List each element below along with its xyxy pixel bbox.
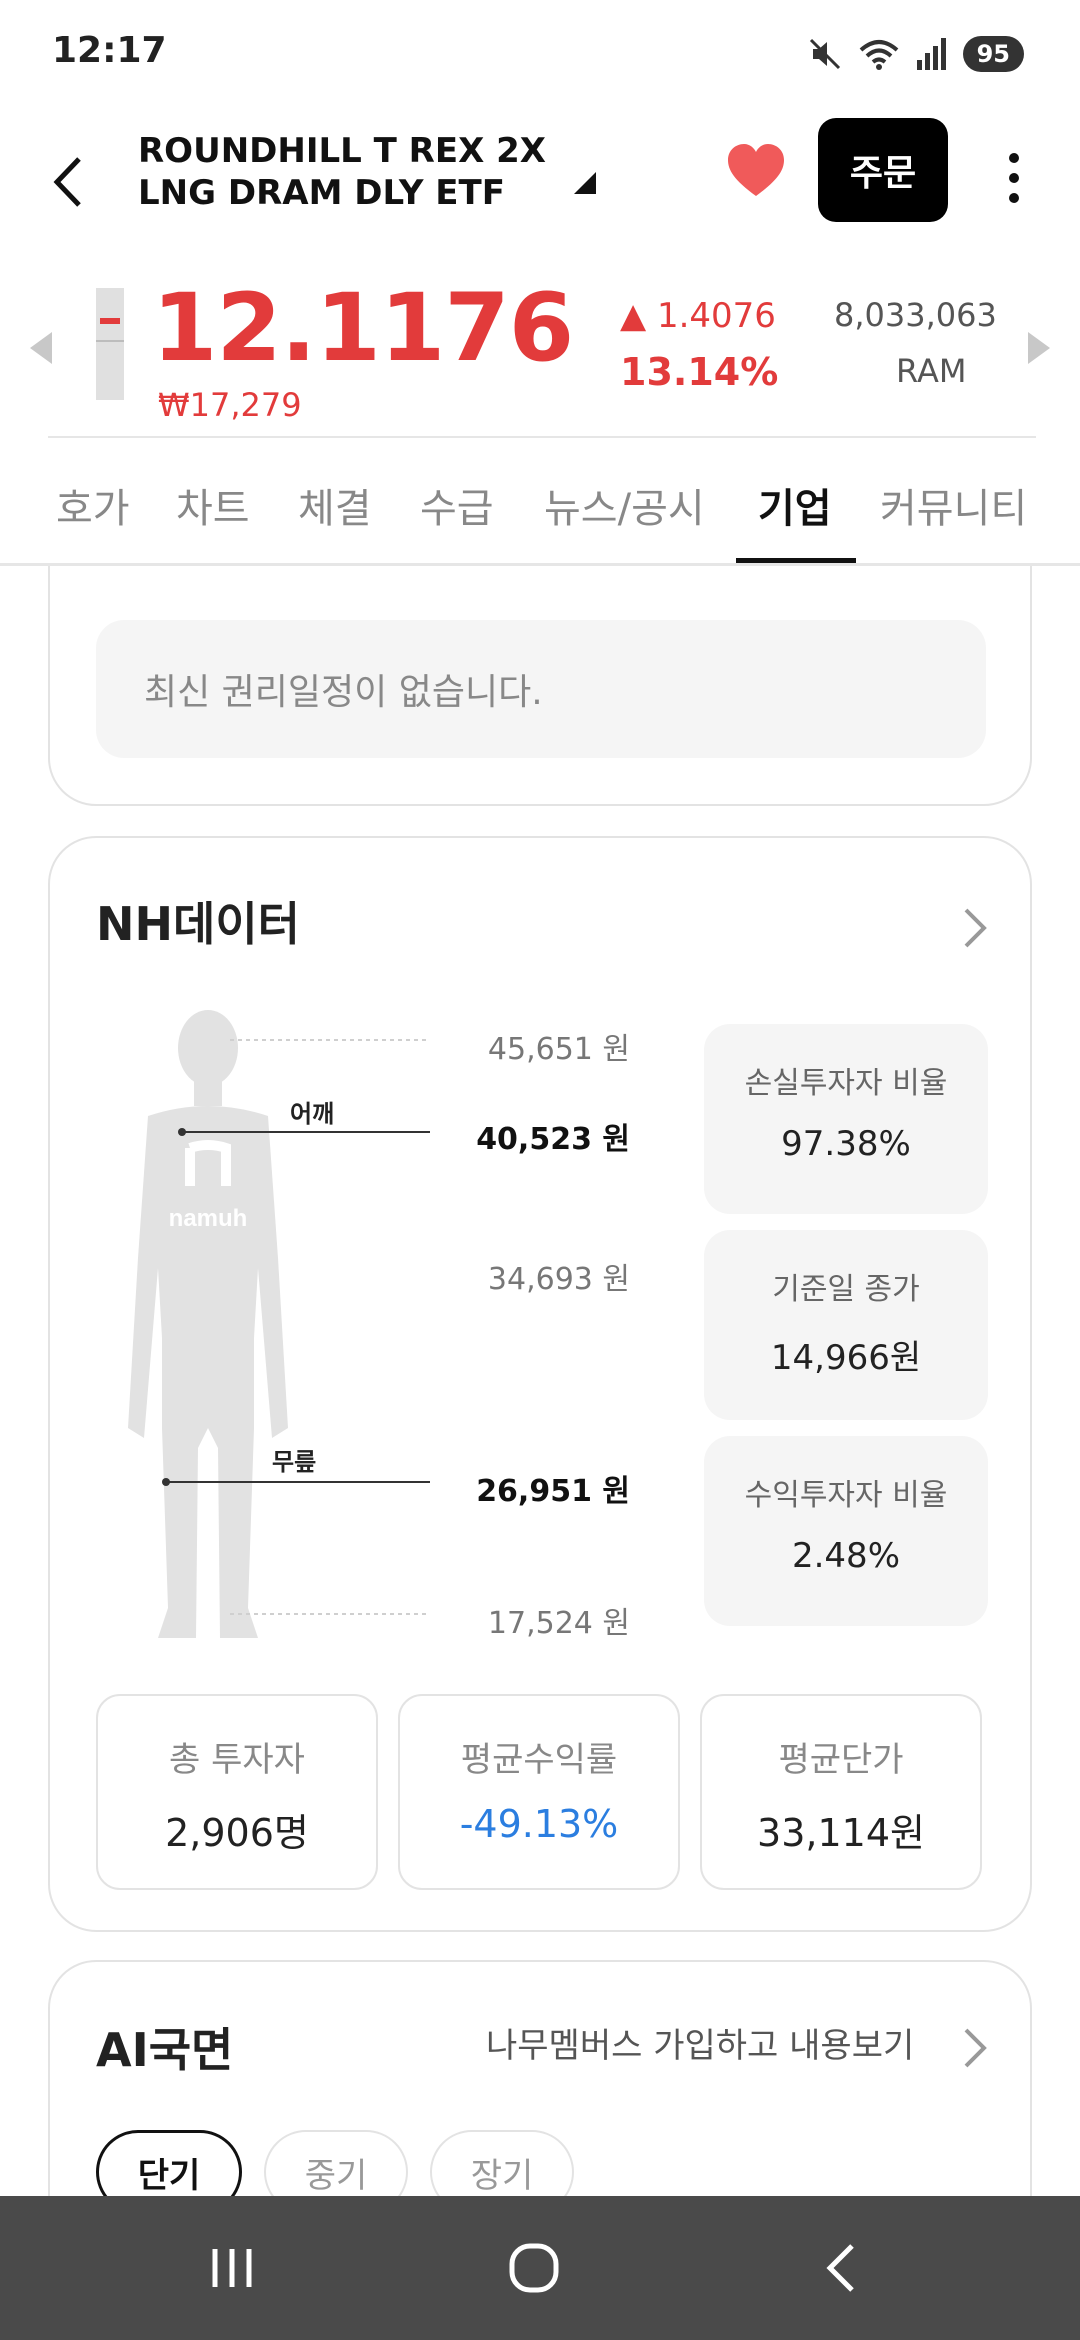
summary-value: 2,906명 [165,1811,309,1855]
wifi-icon [859,40,898,70]
recent-apps-icon [212,2249,252,2287]
summary-avg-return: 평균수익률 -49.13% [398,1694,680,1890]
dot-icon [1009,153,1019,163]
level-bottom: 17,524 원 [487,1606,630,1641]
tab-news[interactable]: 뉴스/공시 [544,476,705,534]
summary-label: 평균단가 [778,1740,904,1780]
back-arrow-icon [826,2244,854,2292]
section-tabs: 호가 차트 체결 수급 뉴스/공시 기업 커뮤니티 [0,440,1080,566]
dot-icon [1009,193,1019,203]
quote-summary: 12.1176 ₩17,279 ▲ 1.4076 13.14% 8,033,06… [0,270,1080,438]
back-button[interactable] [40,142,96,222]
status-bar: 12:17 95 [0,0,1080,110]
chevron-right-icon[interactable] [954,898,994,958]
nh-data-card: NH데이터 namuh 어깨 무릎 45,651 원 40,523 원 34,6… [48,836,1032,1932]
caret-down-icon[interactable] [574,172,596,194]
stat-profit-ratio: 수익투자자 비율 2.48% [704,1436,988,1626]
ai-phase-title: AI국면 [96,2023,234,2077]
price-change: ▲ 1.4076 [620,296,776,336]
level-top: 45,651 원 [487,1032,630,1067]
volume-unit: RAM [896,352,967,390]
home-icon [509,2243,559,2293]
level-mid: 34,693 원 [487,1262,630,1297]
price-change-pct: 13.14% [620,350,779,394]
app-header: ROUNDHILL T REX 2X LNG DRAM DLY ETF 주문 [0,110,1080,260]
tab-community[interactable]: 커뮤니티 [880,476,1027,534]
mute-icon [809,38,840,70]
price-krw: ₩17,279 [158,386,302,424]
status-time: 12:17 [52,30,167,71]
tab-trades[interactable]: 체결 [298,476,372,534]
system-back-button[interactable] [800,2236,880,2300]
rights-card: 최신 권리일정이 없습니다. [48,566,1032,806]
battery-badge: 95 [962,36,1024,72]
recent-apps-button[interactable] [192,2236,272,2300]
stat-label: 수익투자자 비율 [744,1478,948,1513]
summary-total-investors: 총 투자자 2,906명 [96,1694,378,1890]
knee-tag: 무릎 [272,1448,317,1476]
summary-value: -49.13% [459,1802,619,1846]
stat-base-close: 기준일 종가 14,966원 [704,1230,988,1420]
stat-label: 기준일 종가 [772,1272,920,1307]
stock-title[interactable]: ROUNDHILL T REX 2X LNG DRAM DLY ETF [138,130,558,214]
active-tab-indicator [736,558,856,563]
level-knee: 26,951 원 [476,1474,630,1509]
favorite-button[interactable] [724,140,788,204]
home-button[interactable] [494,2236,574,2300]
next-stock-arrow[interactable] [1028,332,1050,364]
tab-hoga[interactable]: 호가 [56,476,130,534]
chevron-left-icon [53,157,81,207]
stat-value: 97.38% [781,1124,911,1164]
tab-supply[interactable]: 수급 [420,476,494,534]
level-shoulder: 40,523 원 [476,1122,630,1157]
chevron-right-icon[interactable] [954,2018,994,2078]
summary-label: 평균수익률 [460,1740,618,1780]
system-nav-bar [0,2196,1080,2340]
heart-icon [728,144,784,196]
prev-stock-arrow[interactable] [30,332,52,364]
tab-chart[interactable]: 차트 [176,476,250,534]
membership-link[interactable]: 나무멤버스 가입하고 내용보기 [486,2018,914,2067]
more-menu-button[interactable] [990,138,1038,218]
rights-empty-message: 최신 권리일정이 없습니다. [96,620,986,758]
tab-company[interactable]: 기업 [758,476,832,534]
stat-value: 2.48% [791,1536,900,1576]
shoulder-tag: 어깨 [290,1100,335,1128]
stat-value: 14,966원 [770,1338,922,1378]
current-price: 12.1176 [152,274,574,383]
level-lines [162,1039,430,1615]
mini-candle-chart [96,288,124,400]
dot-icon [1009,173,1019,183]
stat-label: 손실투자자 비율 [744,1066,948,1101]
summary-value: 33,114원 [757,1811,925,1855]
volume: 8,033,063 [834,296,997,334]
summary-label: 총 투자자 [169,1740,305,1780]
signal-icon [916,38,946,70]
summary-avg-price: 평균단가 33,114원 [700,1694,982,1890]
order-button[interactable]: 주문 [818,118,948,222]
stat-loss-ratio: 손실투자자 비율 97.38% [704,1024,988,1214]
status-icons: 95 [807,32,1024,76]
divider [48,436,1036,438]
